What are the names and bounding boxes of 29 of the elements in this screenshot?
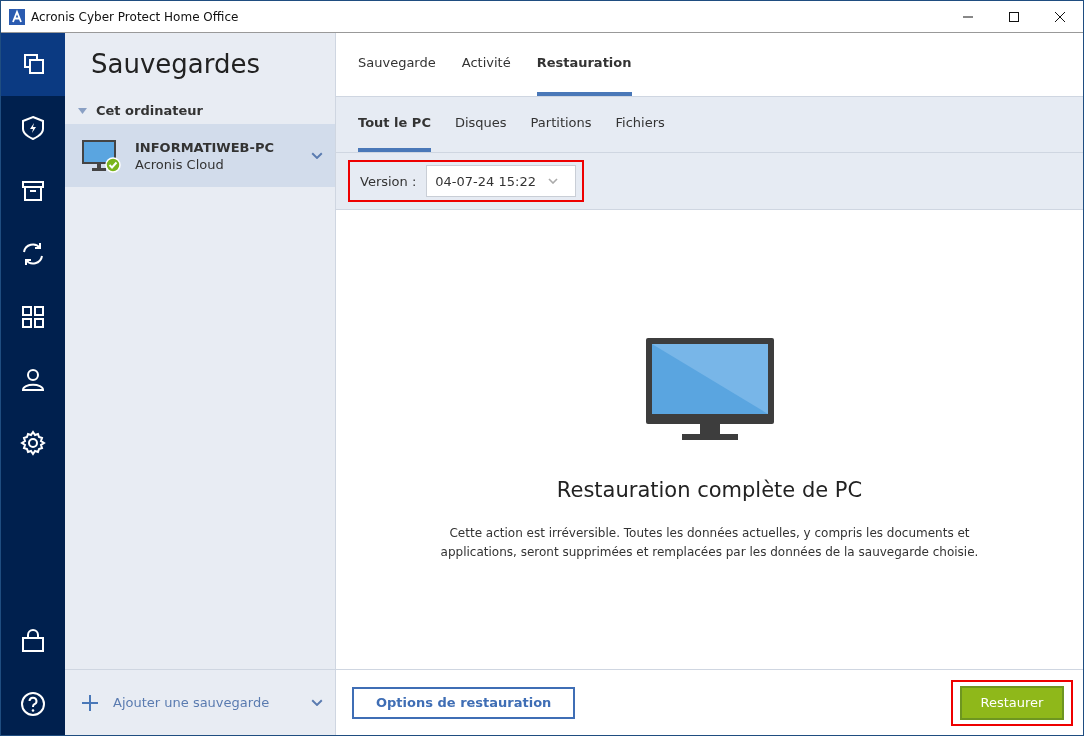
content-title: Restauration complète de PC	[556, 478, 863, 502]
plus-icon	[81, 693, 99, 712]
subtab[interactable]: Partitions	[530, 97, 592, 152]
version-dropdown[interactable]: 04-07-24 15:22	[426, 165, 577, 197]
shield-icon	[19, 113, 47, 142]
shopping-bag-icon	[19, 626, 47, 655]
window-title: Acronis Cyber Protect Home Office	[31, 9, 239, 24]
add-backup-button[interactable]: Ajouter une sauvegarde	[81, 693, 311, 712]
chevron-down-icon	[311, 151, 323, 160]
content-description: Cette action est irréversible. Toutes les données actuelles, y compris les documents et applications, seront supprimées et remplacées par les données de la sauvegarde choisie.	[439, 525, 980, 561]
chevron-down-icon	[311, 698, 323, 707]
subtab[interactable]: Disques	[454, 97, 507, 152]
backup-item[interactable]: INFORMATIWEB-PC Acronis Cloud	[65, 124, 335, 187]
settings-icon	[19, 428, 47, 457]
maximize-icon	[1008, 10, 1020, 23]
tab[interactable]: Sauvegarde	[358, 33, 436, 96]
group-label: Cet ordinateur	[96, 103, 203, 118]
backup-destination: Acronis Cloud	[135, 156, 225, 172]
restore-options-button[interactable]: Options de restauration	[352, 686, 576, 719]
chevron-down-icon	[547, 178, 558, 184]
close-icon	[1054, 10, 1066, 23]
help-icon	[19, 689, 47, 718]
sidebar-title: Sauvegardes	[90, 48, 261, 81]
nav-item[interactable]	[1, 33, 65, 96]
backup-name: INFORMATIWEB-PC	[135, 139, 275, 155]
subtab[interactable]: Fichiers	[615, 97, 665, 152]
tab[interactable]: Activité	[461, 33, 511, 96]
version-label: Version :	[360, 173, 417, 189]
app-logo-icon	[9, 8, 25, 25]
